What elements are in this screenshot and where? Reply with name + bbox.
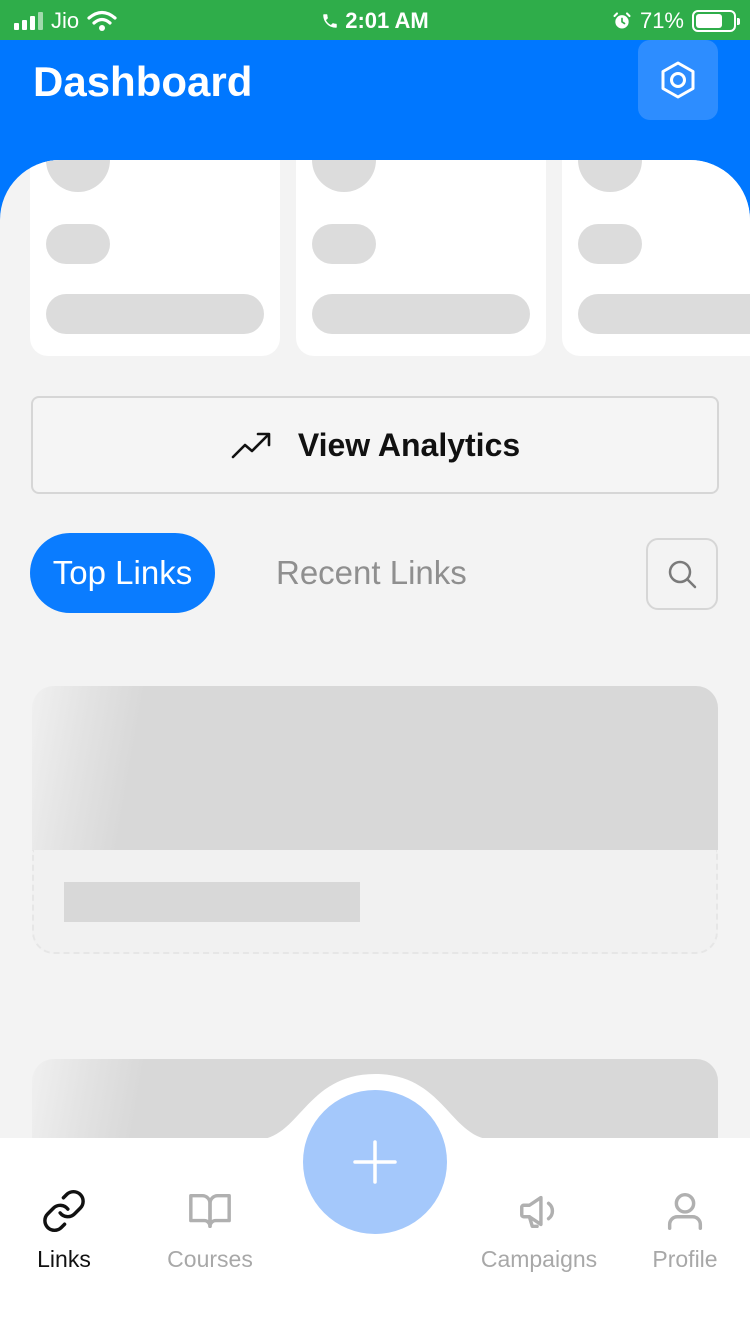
stat-card-skeleton [296,160,546,356]
search-button[interactable] [646,538,718,610]
alarm-icon [613,12,631,29]
link-icon [43,1189,85,1233]
skeleton-circle [312,160,376,192]
battery-percent: 71% [639,8,684,33]
nav-label-links: Links [37,1246,91,1272]
book-icon [189,1193,231,1229]
nav-label-courses: Courses [167,1246,253,1272]
status-time: 2:01 AM [345,8,429,33]
skeleton-pill [578,224,642,264]
nav-item-courses[interactable]: Courses [160,1188,260,1273]
view-analytics-button[interactable]: View Analytics [31,396,719,494]
plus-icon [353,1140,397,1184]
stat-card-skeleton [562,160,750,356]
stat-card-skeleton [30,160,280,356]
tab-recent-links[interactable]: Recent Links [276,533,467,613]
skeleton-card-body [32,850,718,954]
user-icon [667,1192,703,1230]
megaphone-icon [520,1195,555,1229]
settings-button[interactable] [638,40,718,120]
battery-icon [692,10,740,32]
nav-item-links[interactable]: Links [26,1188,102,1273]
link-card-skeleton [32,686,718,954]
skeleton-bar [312,294,530,334]
skeleton-bar [46,294,264,334]
nav-label-campaigns: Campaigns [480,1246,598,1272]
nav-label-profile: Profile [652,1246,718,1272]
skeleton-circle [578,160,642,192]
add-link-button[interactable] [303,1090,447,1234]
nav-item-profile[interactable]: Profile [640,1188,730,1273]
skeleton-pill [312,224,376,264]
settings-hexagon-icon [661,61,695,99]
status-right: 71% [612,8,740,34]
status-bar: Jio 2:01 AM 71% [0,0,750,40]
phone-call-icon [323,14,337,28]
search-icon [668,560,697,589]
main-content: View Analytics Top Links Recent Links [0,160,750,1138]
skeleton-title [64,882,360,922]
skeleton-pill [46,224,110,264]
skeleton-circle [46,160,110,192]
tab-top-links[interactable]: Top Links [30,533,215,613]
nav-item-campaigns[interactable]: Campaigns [474,1188,604,1273]
view-analytics-label: View Analytics [297,426,521,463]
skeleton-thumbnail [32,686,718,850]
page-title: Dashboard [33,58,253,105]
trending-up-icon [231,432,271,459]
skeleton-bar [578,294,750,334]
